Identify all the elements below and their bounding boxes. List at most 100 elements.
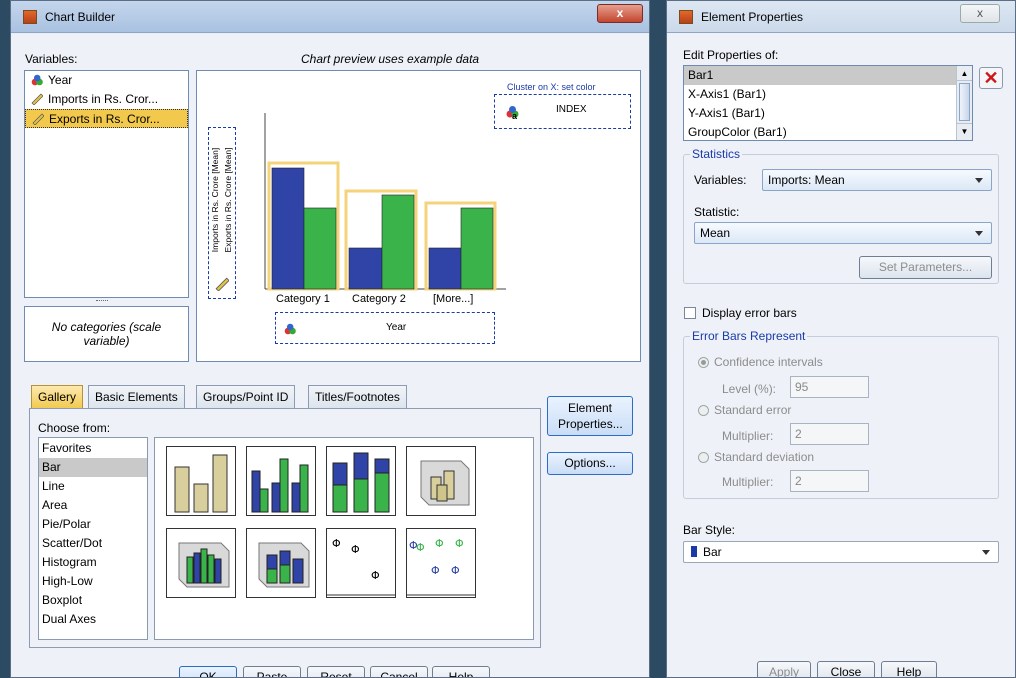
se-label: Standard error (714, 403, 792, 417)
sd-multiplier-label: Multiplier: (722, 475, 774, 489)
ci-radio-row[interactable]: Confidence intervals (698, 355, 823, 369)
tab-groups-point-id[interactable]: Groups/Point ID (196, 385, 296, 409)
bar-cat1-imports (271, 167, 305, 290)
error-bars-title: Error Bars Represent (690, 329, 808, 343)
chart-type-dual-axes[interactable]: Dual Axes (39, 610, 147, 629)
variables-list[interactable]: Year Imports in Rs. Cror... Exports in R… (24, 70, 189, 298)
display-error-bars-checkbox[interactable] (684, 307, 696, 319)
variable-item-exports[interactable]: Exports in Rs. Cror... (25, 109, 188, 128)
cancel-button[interactable]: Cancel (370, 666, 428, 677)
sd-label: Standard deviation (714, 450, 815, 464)
cluster-drop-zone[interactable]: a INDEX (494, 94, 631, 129)
edit-item-x-axis[interactable]: X-Axis1 (Bar1) (684, 85, 972, 104)
thumb-error-bar-icon[interactable]: ΦΦΦ (326, 528, 396, 598)
thumb-clustered-bar-icon[interactable] (246, 446, 316, 516)
tab-gallery[interactable]: Gallery (31, 385, 84, 409)
chart-type-bar[interactable]: Bar (39, 458, 147, 477)
chart-type-line[interactable]: Line (39, 477, 147, 496)
variables-label: Variables: (25, 52, 78, 66)
chart-type-histogram[interactable]: Histogram (39, 553, 147, 572)
chart-type-high-low[interactable]: High-Low (39, 572, 147, 591)
thumb-3d-stacked-icon[interactable] (246, 528, 316, 598)
close-icon[interactable]: x (960, 4, 1000, 23)
delete-icon[interactable]: ✕ (979, 67, 1003, 89)
scale-icon (31, 93, 43, 105)
variables-select[interactable]: Imports: Mean (762, 169, 992, 191)
x-axis-drop-zone[interactable]: Year (275, 312, 495, 344)
thumb-3d-clustered-icon[interactable] (166, 528, 236, 598)
variable-item-imports[interactable]: Imports in Rs. Cror... (25, 90, 188, 109)
help-button[interactable]: Help (881, 661, 937, 677)
no-categories-box: No categories (scale variable) (24, 306, 189, 362)
bar-style-select[interactable]: Bar (683, 541, 999, 563)
chart-type-boxplot[interactable]: Boxplot (39, 591, 147, 610)
ci-label: Confidence intervals (714, 355, 823, 369)
apply-button[interactable]: Apply (757, 661, 811, 677)
edit-item-bar1[interactable]: Bar1 (684, 66, 956, 85)
y-axis-drop-zone[interactable]: Imports in Rs. Crore [Mean] Exports in Rs… (208, 127, 236, 299)
scroll-down-icon[interactable]: ▼ (957, 123, 972, 138)
sd-radio-row[interactable]: Standard deviation (698, 450, 814, 464)
chart-type-list[interactable]: Favorites Bar Line Area Pie/Polar Scatte… (38, 437, 148, 640)
options-label: Options... (564, 456, 616, 470)
chart-type-favorites[interactable]: Favorites (39, 439, 147, 458)
scroll-up-icon[interactable]: ▲ (957, 66, 972, 81)
reset-button[interactable]: Reset (307, 666, 365, 677)
edit-properties-label: Edit Properties of: (683, 48, 779, 62)
bar-cat1-exports (303, 207, 337, 290)
statistic-label: Statistic: (694, 205, 740, 219)
splitter-handle[interactable] (96, 300, 108, 302)
nominal-icon (284, 323, 296, 335)
set-parameters-button[interactable]: Set Parameters... (859, 256, 992, 279)
close-icon[interactable]: x (597, 4, 643, 23)
chart-builder-window: Chart Builder x Variables: Chart preview… (10, 0, 650, 678)
paste-button[interactable]: Paste (243, 666, 301, 677)
element-properties-label: Element Properties... (558, 401, 623, 431)
sd-multiplier-input[interactable]: 2 (790, 470, 869, 492)
svg-text:Φ: Φ (416, 541, 425, 554)
display-error-bars-row[interactable]: Display error bars (684, 306, 797, 320)
list-scrollbar[interactable]: ▲ ▼ (956, 66, 972, 140)
element-properties-button[interactable]: Element Properties... (547, 396, 633, 436)
chart-type-area[interactable]: Area (39, 496, 147, 515)
se-radio[interactable] (698, 405, 709, 416)
edit-item-y-axis[interactable]: Y-Axis1 (Bar1) (684, 104, 972, 123)
window-title: Chart Builder (45, 10, 116, 24)
svg-text:Φ: Φ (431, 564, 440, 577)
ok-button[interactable]: OK (179, 666, 237, 677)
close-button[interactable]: Close (817, 661, 875, 677)
se-multiplier-label: Multiplier: (722, 429, 774, 443)
ci-radio[interactable] (698, 357, 709, 368)
scale-icon (215, 277, 229, 291)
app-icon (23, 10, 37, 24)
level-input[interactable]: 95 (790, 376, 869, 398)
thumb-simple-bar-icon[interactable] (166, 446, 236, 516)
chart-preview[interactable]: Cluster on X: set color a INDEX Imports … (196, 70, 641, 362)
edit-properties-list[interactable]: Bar1 X-Axis1 (Bar1) Y-Axis1 (Bar1) Group… (683, 65, 973, 141)
chart-type-pie-polar[interactable]: Pie/Polar (39, 515, 147, 534)
tab-basic-elements[interactable]: Basic Elements (88, 385, 185, 409)
se-radio-row[interactable]: Standard error (698, 403, 791, 417)
se-multiplier-input[interactable]: 2 (790, 423, 869, 445)
thumb-clustered-error-bar-icon[interactable]: ΦΦΦΦΦΦ (406, 528, 476, 598)
variable-item-year[interactable]: Year (25, 71, 188, 90)
edit-item-groupcolor[interactable]: GroupColor (Bar1) (684, 123, 972, 140)
statistic-select[interactable]: Mean (694, 222, 992, 244)
help-button[interactable]: Help (432, 666, 490, 677)
options-button[interactable]: Options... (547, 452, 633, 475)
title-bar[interactable]: Chart Builder x (11, 1, 649, 33)
element-properties-window: Element Properties x Edit Properties of:… (666, 0, 1016, 678)
thumb-stacked-bar-icon[interactable] (326, 446, 396, 516)
scroll-thumb[interactable] (959, 83, 970, 121)
app-icon (679, 10, 693, 24)
bar-style-value: Bar (703, 545, 722, 559)
statistics-title: Statistics (690, 147, 743, 161)
sd-radio[interactable] (698, 452, 709, 463)
statistics-group: Statistics Variables: Imports: Mean Stat… (683, 147, 999, 284)
chart-type-scatter-dot[interactable]: Scatter/Dot (39, 534, 147, 553)
thumb-3d-bar-icon[interactable] (406, 446, 476, 516)
title-bar[interactable]: Element Properties x (667, 1, 1015, 33)
tab-titles-footnotes[interactable]: Titles/Footnotes (308, 385, 407, 409)
svg-text:Φ: Φ (332, 537, 341, 550)
bar-style-icon (691, 546, 697, 557)
